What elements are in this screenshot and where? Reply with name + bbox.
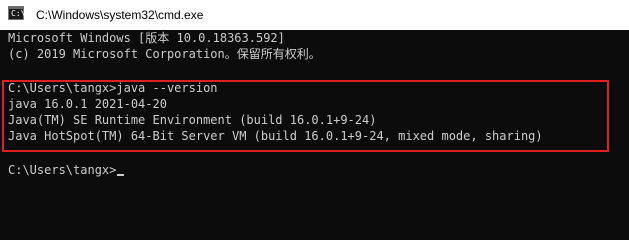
cmd-icon[interactable]: C:\ [8, 6, 26, 20]
cmd-icon-glyph: C:\ [11, 9, 26, 18]
cmd-window: C:\ C:\Windows\system32\cmd.exe Microsof… [0, 0, 629, 222]
prompt-text: C:\Users\tangx> [8, 163, 117, 177]
highlight-annotation-box [2, 80, 609, 152]
title-bar[interactable]: C:\ C:\Windows\system32\cmd.exe [0, 0, 629, 30]
prompt-line[interactable]: C:\Users\tangx> [8, 162, 125, 178]
text-cursor [117, 174, 125, 176]
banner-copyright-line: (c) 2019 Microsoft Corporation。保留所有权利。 [8, 47, 321, 61]
banner-version-line: Microsoft Windows [版本 10.0.18363.592] [8, 31, 285, 45]
console-output[interactable]: Microsoft Windows [版本 10.0.18363.592] (c… [0, 30, 629, 222]
window-title: C:\Windows\system32\cmd.exe [36, 8, 204, 22]
